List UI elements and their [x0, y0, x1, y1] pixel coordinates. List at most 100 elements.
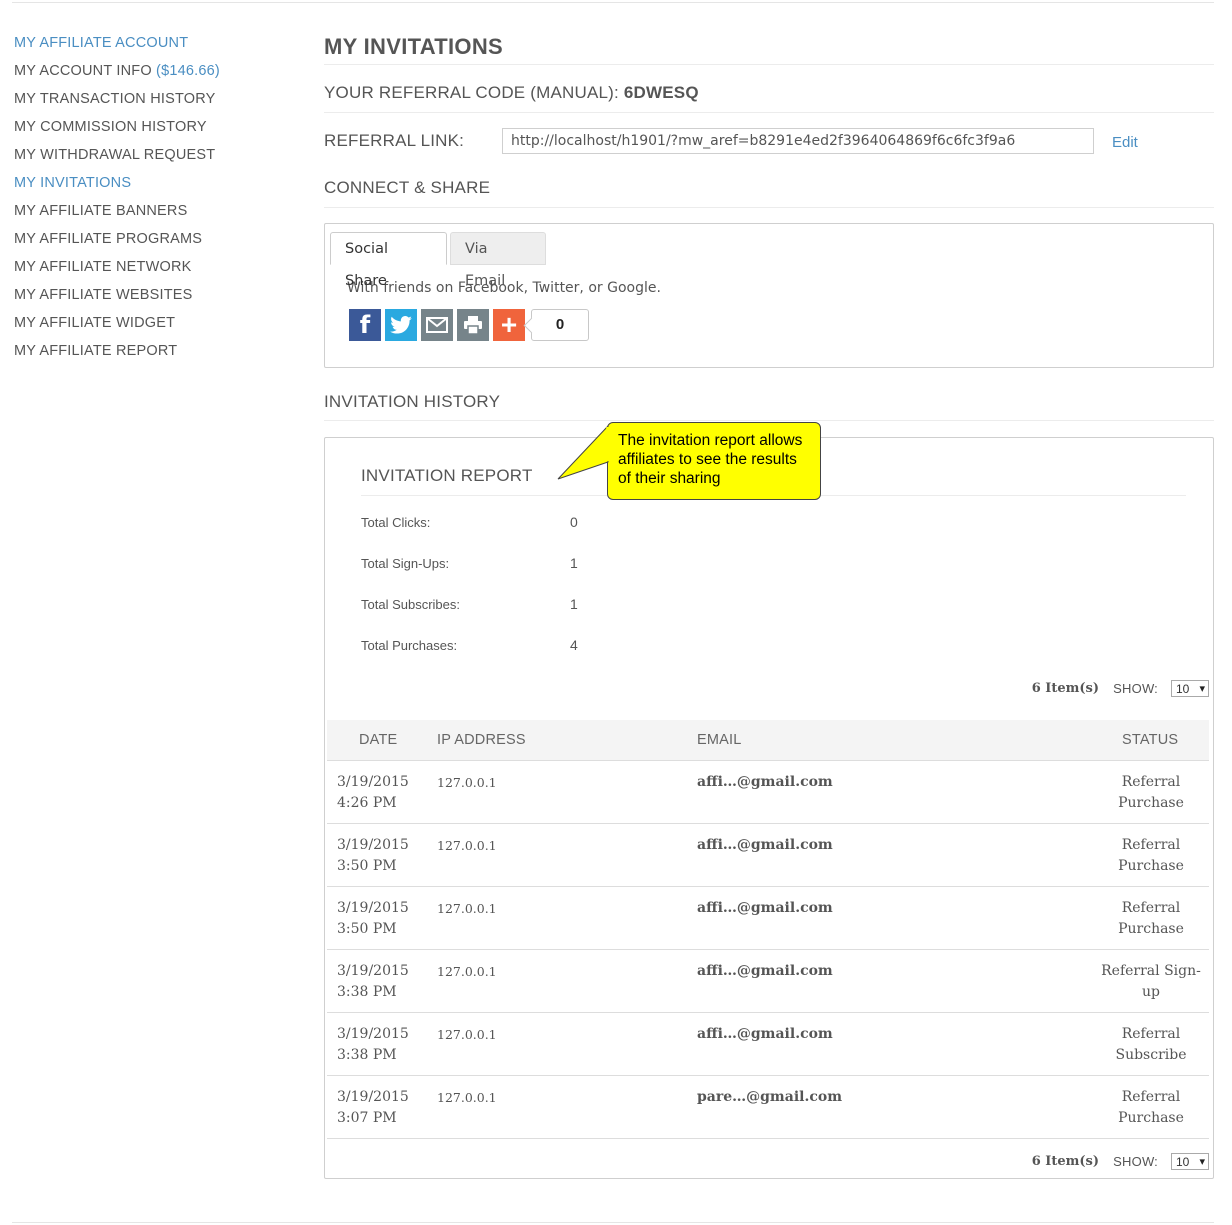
time-text: 3:50 PM [337, 858, 397, 874]
facebook-icon[interactable]: f [349, 309, 381, 341]
column-header-status[interactable]: STATUS [1122, 720, 1178, 760]
sidebar-item-affiliate-widget[interactable]: MY AFFILIATE WIDGET [14, 314, 304, 342]
divider [324, 207, 1214, 208]
callout-note: The invitation report allows affiliates … [607, 422, 821, 500]
show-label: SHOW: [1113, 1154, 1158, 1169]
ip-cell: 127.0.0.1 [437, 775, 497, 790]
sidebar-item-label: MY TRANSACTION HISTORY [14, 91, 216, 107]
date-text: 3/19/2015 [337, 774, 409, 790]
date-cell: 3/19/2015 3:50 PM [337, 898, 427, 940]
sidebar-item-label: MY AFFILIATE REPORT [14, 343, 178, 359]
status-cell: Referral Purchase [1118, 774, 1184, 811]
share-panel: Social Share Via Email With friends on F… [324, 223, 1214, 368]
show-label: SHOW: [1113, 681, 1158, 696]
divider [324, 420, 1214, 421]
title-divider [324, 64, 1214, 65]
sidebar-item-affiliate-account[interactable]: MY AFFILIATE ACCOUNT [14, 34, 304, 62]
status-cell: Referral Purchase [1118, 837, 1184, 874]
time-text: 3:50 PM [337, 921, 397, 937]
sidebar-item-invitations[interactable]: MY INVITATIONS [14, 174, 304, 202]
plus-icon[interactable]: + [493, 309, 525, 341]
referral-code-line: YOUR REFERRAL CODE (MANUAL): 6DWESQ [324, 82, 699, 104]
stat-value-purchases: 4 [570, 637, 578, 653]
share-count: 0 [531, 309, 589, 341]
email-cell: affi…@gmail.com [697, 900, 833, 916]
email-cell: affi…@gmail.com [697, 963, 833, 979]
table-row: 3/19/2015 3:07 PM 127.0.0.1 pare…@gmail.c… [327, 1076, 1209, 1139]
sidebar-item-withdrawal-request[interactable]: MY WITHDRAWAL REQUEST [14, 146, 304, 174]
sidebar-item-affiliate-websites[interactable]: MY AFFILIATE WEBSITES [14, 286, 304, 314]
pager-top: 6 Item(s) SHOW: 10 [909, 679, 1209, 699]
sidebar-item-label: MY AFFILIATE WEBSITES [14, 287, 193, 303]
email-cell: affi…@gmail.com [697, 1026, 833, 1042]
sidebar-item-affiliate-report[interactable]: MY AFFILIATE REPORT [14, 342, 304, 370]
date-text: 3/19/2015 [337, 1026, 409, 1042]
column-header-ip[interactable]: IP ADDRESS [437, 720, 526, 760]
sidebar-item-label: MY WITHDRAWAL REQUEST [14, 147, 216, 163]
status-cell: Referral Purchase [1118, 900, 1184, 937]
ip-cell: 127.0.0.1 [437, 1090, 497, 1105]
items-count: 6 Item(s) [1031, 681, 1099, 696]
sidebar-item-label: MY COMMISSION HISTORY [14, 119, 207, 135]
invitation-history-title: INVITATION HISTORY [324, 392, 501, 411]
page-size-select[interactable]: 10 [1171, 1153, 1209, 1170]
sidebar-item-label: MY INVITATIONS [14, 175, 132, 191]
sidebar-item-affiliate-network[interactable]: MY AFFILIATE NETWORK [14, 258, 304, 286]
stat-label-purchases: Total Purchases: [361, 638, 458, 653]
status-cell: Referral Purchase [1118, 1089, 1184, 1126]
sidebar-item-label: MY AFFILIATE BANNERS [14, 203, 188, 219]
pager-bottom: 6 Item(s) SHOW: 10 [909, 1152, 1209, 1172]
referral-code-label: YOUR REFERRAL CODE (MANUAL): [324, 83, 619, 102]
time-text: 3:07 PM [337, 1110, 397, 1126]
ip-cell: 127.0.0.1 [437, 838, 497, 853]
sidebar-item-affiliate-banners[interactable]: MY AFFILIATE BANNERS [14, 202, 304, 230]
email-icon[interactable] [421, 309, 453, 341]
time-text: 3:38 PM [337, 984, 397, 1000]
sidebar-item-commission-history[interactable]: MY COMMISSION HISTORY [14, 118, 304, 146]
tab-via-email[interactable]: Via Email [450, 232, 546, 289]
sidebar: MY AFFILIATE ACCOUNT MY ACCOUNT INFO ($1… [14, 34, 304, 370]
print-icon[interactable] [457, 309, 489, 341]
account-balance: ($146.66) [156, 63, 220, 79]
column-header-email[interactable]: EMAIL [697, 720, 742, 760]
ip-cell: 127.0.0.1 [437, 901, 497, 916]
date-cell: 3/19/2015 3:50 PM [337, 835, 427, 877]
date-cell: 3/19/2015 3:07 PM [337, 1087, 427, 1129]
callout-pointer [557, 424, 609, 480]
share-description: With friends on Facebook, Twitter, or Go… [347, 280, 661, 296]
stat-label-clicks: Total Clicks: [361, 515, 431, 530]
date-text: 3/19/2015 [337, 1089, 409, 1105]
table-row: 3/19/2015 3:50 PM 127.0.0.1 affi…@gmail.c… [327, 887, 1209, 950]
table-row: 3/19/2015 4:26 PM 127.0.0.1 affi…@gmail.c… [327, 761, 1209, 824]
table-row: 3/19/2015 3:50 PM 127.0.0.1 affi…@gmail.c… [327, 824, 1209, 887]
stat-value-clicks: 0 [570, 514, 578, 530]
stat-value-signups: 1 [570, 555, 578, 571]
email-cell: pare…@gmail.com [697, 1089, 843, 1105]
invitation-report-panel: INVITATION REPORT Total Clicks: 0 Total … [324, 437, 1214, 1179]
sidebar-item-label: MY AFFILIATE PROGRAMS [14, 231, 203, 247]
report-title: INVITATION REPORT [361, 466, 533, 485]
twitter-icon[interactable] [385, 309, 417, 341]
referral-link-label: REFERRAL LINK: [324, 131, 465, 150]
sidebar-item-account-info[interactable]: MY ACCOUNT INFO ($146.66) [14, 62, 304, 90]
page-size-select[interactable]: 10 [1171, 680, 1209, 697]
ip-cell: 127.0.0.1 [437, 1027, 497, 1042]
table-header: DATE IP ADDRESS EMAIL STATUS [327, 720, 1209, 761]
referral-code: 6DWESQ [623, 83, 699, 102]
stat-label-subscribes: Total Subscribes: [361, 597, 460, 612]
date-text: 3/19/2015 [337, 963, 409, 979]
table-row: 3/19/2015 3:38 PM 127.0.0.1 affi…@gmail.c… [327, 1013, 1209, 1076]
edit-link[interactable]: Edit [1112, 134, 1138, 151]
items-count: 6 Item(s) [1031, 1154, 1099, 1169]
date-text: 3/19/2015 [337, 837, 409, 853]
sidebar-item-affiliate-programs[interactable]: MY AFFILIATE PROGRAMS [14, 230, 304, 258]
tab-social-share[interactable]: Social Share [330, 232, 447, 289]
sidebar-item-label: MY AFFILIATE ACCOUNT [14, 35, 189, 51]
email-cell: affi…@gmail.com [697, 774, 833, 790]
status-cell: Referral Sign-up [1101, 963, 1201, 1000]
column-header-date[interactable]: DATE [359, 720, 397, 760]
sidebar-item-label: MY AFFILIATE WIDGET [14, 315, 176, 331]
time-text: 3:38 PM [337, 1047, 397, 1063]
sidebar-item-transaction-history[interactable]: MY TRANSACTION HISTORY [14, 90, 304, 118]
referral-link-input[interactable] [502, 128, 1094, 154]
